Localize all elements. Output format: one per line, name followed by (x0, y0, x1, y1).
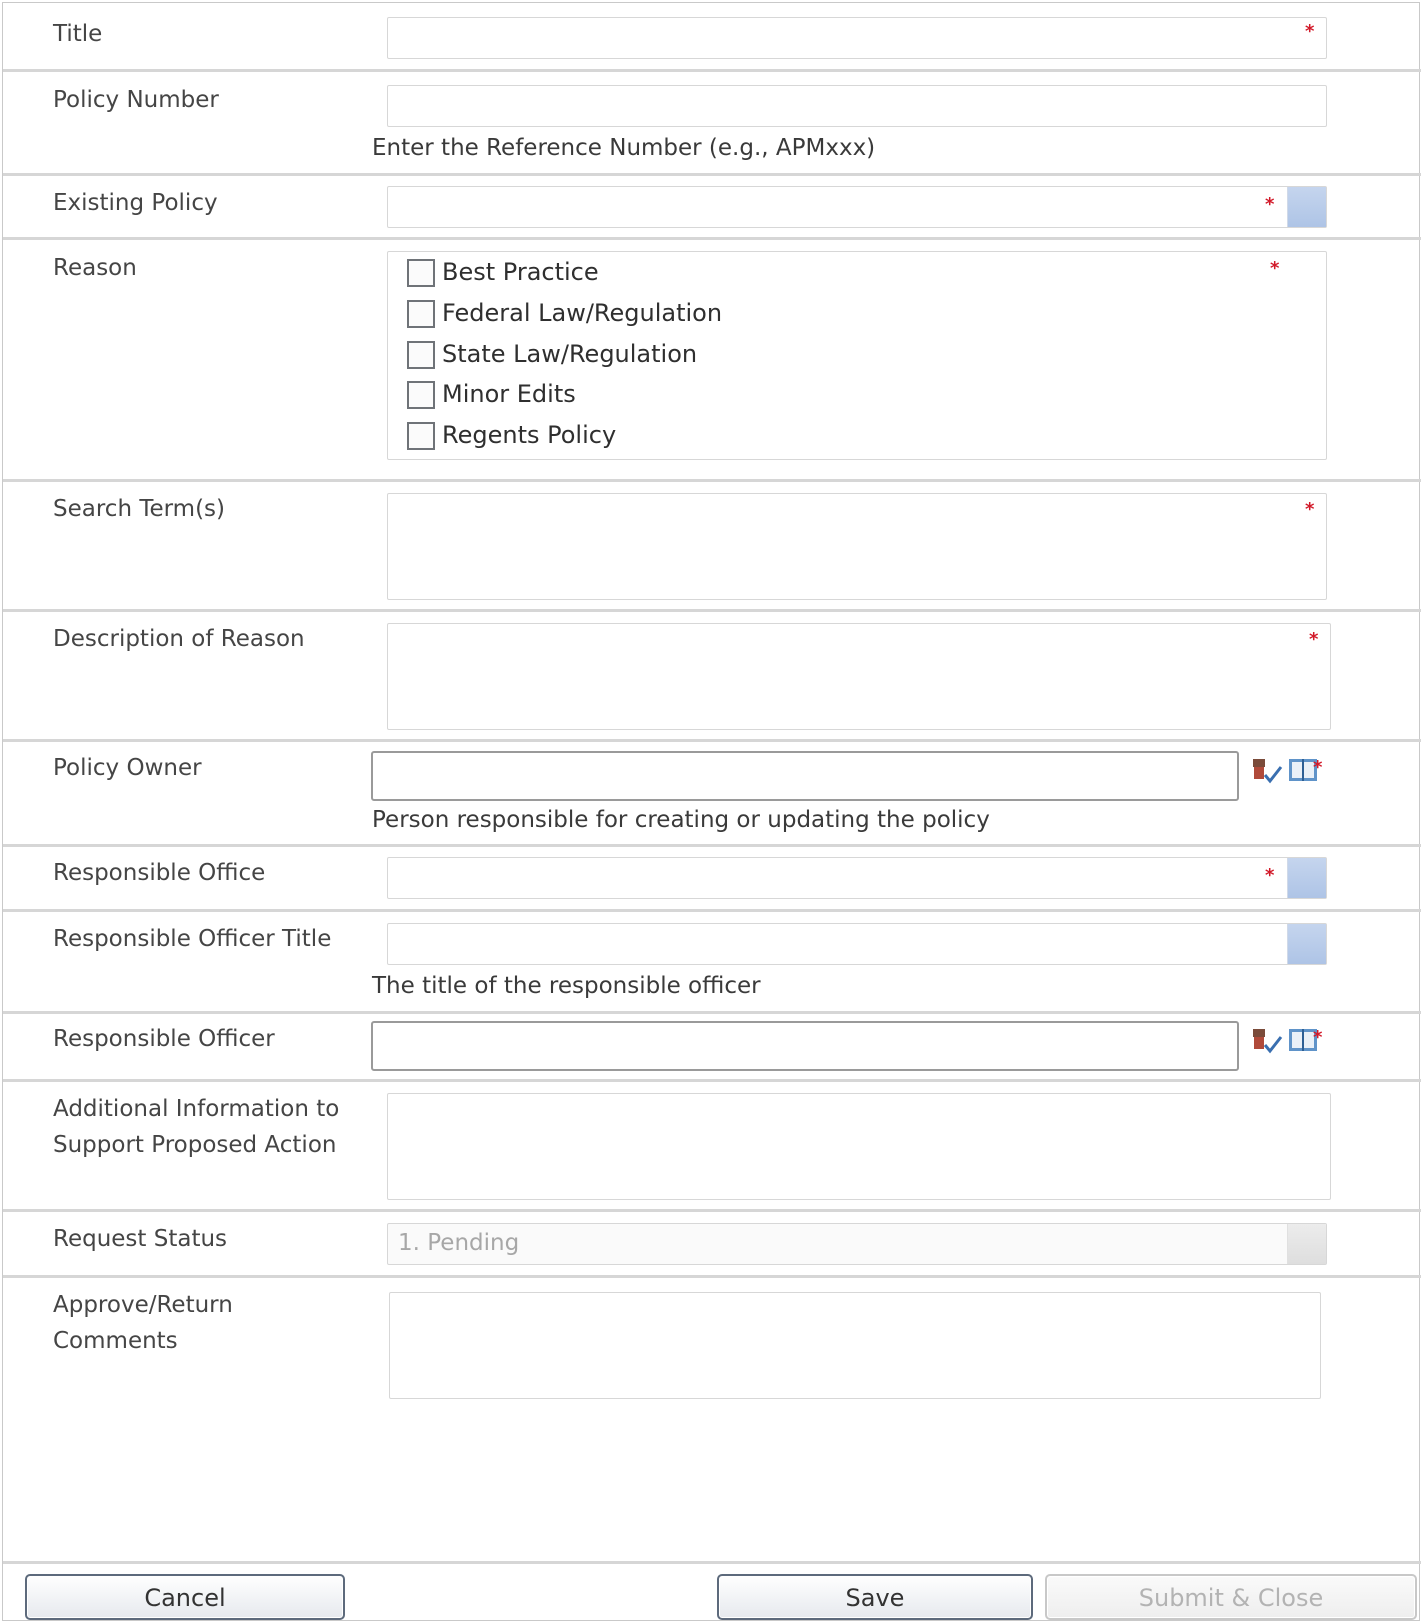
policy-number-label: Policy Number (53, 87, 219, 113)
checkbox[interactable] (407, 300, 435, 328)
additional-info-label-line1: Additional Information to (53, 1096, 340, 1122)
request-status-select: 1. Pending (387, 1223, 1327, 1265)
responsible-office-required-marker: * (1265, 865, 1275, 886)
existing-policy-select[interactable] (387, 186, 1327, 228)
additional-info-textarea[interactable] (387, 1093, 1331, 1200)
policy-owner-help: Person responsible for creating or updat… (372, 807, 990, 833)
check-names-icon[interactable] (1251, 755, 1285, 785)
divider (3, 909, 1421, 912)
policy-number-help: Enter the Reference Number (e.g., APMxxx… (372, 135, 876, 161)
description-label: Description of Reason (53, 626, 305, 652)
existing-policy-label: Existing Policy (53, 190, 218, 216)
checkbox-label: State Law/Regulation (442, 340, 698, 368)
dropdown-icon (1287, 1224, 1326, 1264)
existing-policy-required-marker: * (1265, 194, 1275, 215)
responsible-officer-title-help: The title of the responsible officer (372, 973, 761, 999)
save-button[interactable]: Save (717, 1574, 1033, 1620)
divider (3, 69, 1421, 72)
request-status-value: 1. Pending (398, 1230, 520, 1256)
checkbox[interactable] (407, 422, 435, 450)
dropdown-icon[interactable] (1287, 187, 1326, 227)
divider (3, 609, 1421, 612)
dropdown-icon[interactable] (1287, 924, 1326, 964)
responsible-officer-label: Responsible Officer (53, 1026, 275, 1052)
responsible-officer-title-label: Responsible Officer Title (53, 926, 332, 952)
divider (3, 739, 1421, 742)
approve-comments-label-line1: Approve/Return (53, 1292, 233, 1318)
check-names-icon[interactable] (1251, 1025, 1285, 1055)
search-terms-label: Search Term(s) (53, 496, 226, 522)
policy-owner-required-marker: * (1313, 757, 1323, 778)
policy-number-input[interactable] (387, 85, 1327, 127)
divider (3, 1011, 1421, 1014)
divider (3, 1561, 1421, 1564)
responsible-officer-people-picker[interactable] (371, 1021, 1239, 1071)
description-required-marker: * (1309, 629, 1319, 650)
checkbox[interactable] (407, 381, 435, 409)
search-terms-textarea[interactable] (387, 493, 1327, 600)
divider (3, 1275, 1421, 1278)
checkbox-label: Best Practice (442, 258, 599, 286)
additional-info-label: Additional Information to Support Propos… (53, 1091, 339, 1163)
responsible-officer-title-select[interactable] (387, 923, 1327, 965)
checkbox-label: Regents Policy (442, 421, 617, 449)
cancel-button[interactable]: Cancel (25, 1574, 345, 1620)
divider (3, 479, 1421, 482)
title-input[interactable] (387, 17, 1327, 59)
divider (3, 844, 1421, 847)
additional-info-label-line2: Support Proposed Action (53, 1132, 337, 1158)
request-status-label: Request Status (53, 1226, 228, 1252)
approve-comments-label-line2: Comments (53, 1328, 178, 1354)
description-textarea[interactable] (387, 623, 1331, 730)
policy-request-form: Title * Policy Number Enter the Referenc… (2, 2, 1421, 1621)
approve-comments-textarea[interactable] (389, 1292, 1321, 1399)
responsible-office-label: Responsible Office (53, 860, 266, 886)
submit-close-button[interactable]: Submit & Close (1045, 1574, 1417, 1620)
search-terms-required-marker: * (1305, 499, 1315, 520)
approve-comments-label: Approve/Return Comments (53, 1287, 233, 1359)
checkbox-label: Minor Edits (442, 380, 576, 408)
title-required-marker: * (1305, 21, 1315, 42)
divider (3, 1079, 1421, 1082)
divider (3, 173, 1421, 176)
checkbox-label: Federal Law/Regulation (442, 299, 723, 327)
checkbox[interactable] (407, 259, 435, 287)
responsible-office-select[interactable] (387, 857, 1327, 899)
checkbox[interactable] (407, 341, 435, 369)
policy-owner-people-picker[interactable] (371, 751, 1239, 801)
policy-owner-label: Policy Owner (53, 755, 202, 781)
reason-label: Reason (53, 255, 137, 281)
reason-required-marker: * (1270, 258, 1280, 279)
title-label: Title (53, 21, 103, 47)
dropdown-icon[interactable] (1287, 858, 1326, 898)
divider (3, 1209, 1421, 1212)
responsible-officer-required-marker: * (1313, 1027, 1323, 1048)
divider (3, 237, 1421, 240)
